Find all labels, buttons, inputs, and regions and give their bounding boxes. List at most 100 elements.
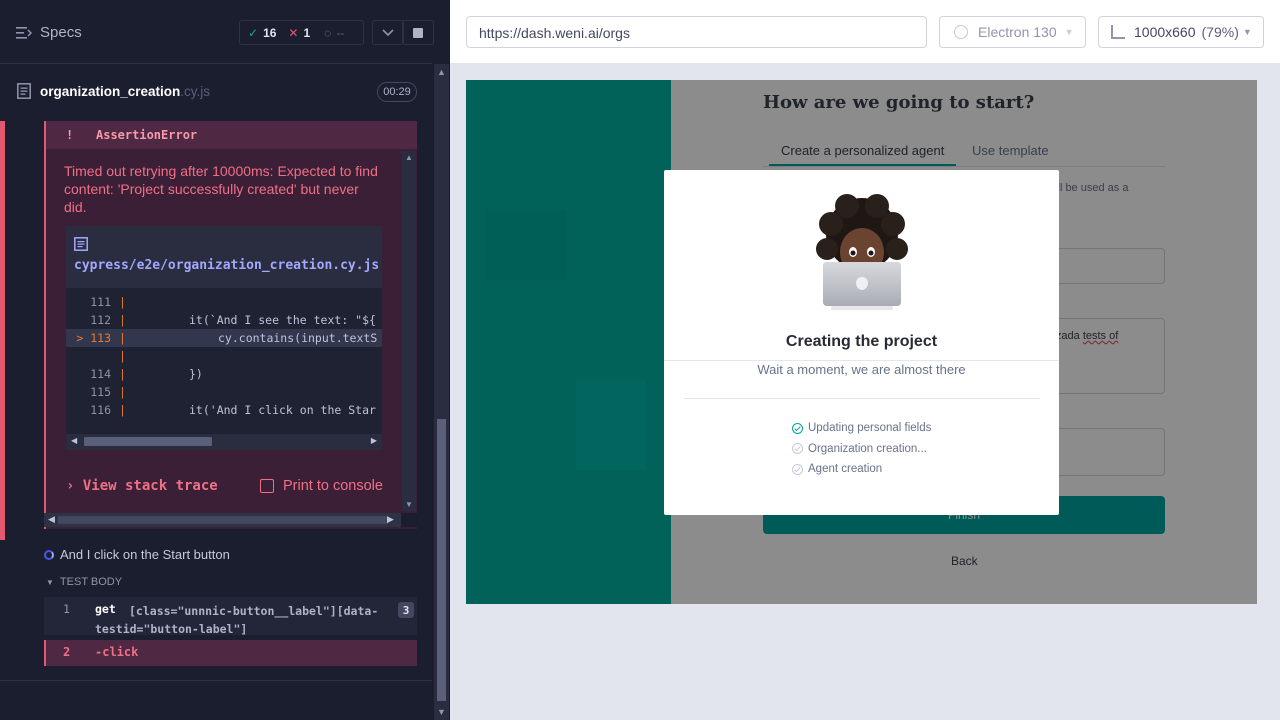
line-code: }) [189,367,203,381]
chevron-down-icon: ▼ [1064,27,1074,37]
running-test[interactable]: And I click on the Start button [44,547,230,562]
scroll-right-icon[interactable]: ▶ [387,514,394,525]
app-under-test-panel: https://dash.weni.ai/orgs Electron 130 ▼… [450,0,1280,720]
line-code: it(`And I see the text: "${ [189,313,376,327]
pending-stat: ◌ -- [324,26,344,40]
failed-stat: ✕ 1 [288,26,310,40]
divider [664,360,1059,361]
line-number: 116 [90,403,111,417]
cypress-reporter: Specs ✓ 16 ✕ 1 ◌ -- organization_creatio… [0,0,450,720]
stop-button[interactable] [402,20,434,45]
error-message: Timed out retrying after 10000ms: Expect… [64,163,378,215]
test-stats: ✓ 16 ✕ 1 ◌ -- [239,20,364,45]
check-icon: ✓ [248,25,259,40]
error-horizontal-scrollbar[interactable]: ◀ ▶ [44,513,417,527]
error-marker-icon: ! [66,128,74,142]
code-line: 111 | [66,293,382,311]
line-code: cy.contains(input.textS [218,331,378,345]
test-body-toggle[interactable]: ▼ TEST BODY [46,576,122,588]
stop-icon [413,27,423,38]
spec-filename[interactable]: organization_creation.cy.js [40,84,210,99]
scroll-down-icon[interactable]: ▼ [437,707,446,717]
command-selector: [class="unnnic-button__label"][data-test… [95,604,379,636]
passed-count: 16 [263,25,277,40]
aut-iframe: How are we going to start? Create a pers… [466,80,1257,604]
print-to-console-label: Print to console [283,478,383,494]
x-icon: ✕ [288,25,299,40]
line-number: 112 [90,313,111,327]
error-name: AssertionError [96,128,198,142]
scroll-thumb[interactable] [58,516,388,524]
progress-step-label: Updating personal fields [808,422,932,435]
element-count-badge: 3 [398,602,414,618]
chevron-down-icon: ▼ [46,578,54,587]
line-gutter: | [119,385,126,399]
collapse-button[interactable] [372,20,404,45]
command-number: 2 [63,645,71,659]
viewport-zoom: (79%) [1201,24,1239,40]
line-gutter: | [119,295,126,309]
code-line: 115 | [66,383,382,401]
pending-circle-icon: ◌ [324,25,332,40]
scroll-thumb[interactable] [437,419,446,701]
scrollbar-corner [401,513,417,527]
line-gutter: | [119,349,126,363]
code-line: | [66,347,382,365]
electron-icon [954,25,968,39]
command-row[interactable]: 1 get [class="unnnic-button__label"][dat… [44,597,417,636]
error-header: ! AssertionError [46,121,417,149]
line-gutter: | [119,331,126,345]
browser-selector[interactable]: Electron 130 ▼ [939,16,1086,48]
line-number: 115 [90,385,111,399]
viewport-size: 1000x660 [1134,24,1196,40]
command-row-failed[interactable]: 2 -click [44,640,417,666]
progress-step: Updating personal fields [792,418,931,439]
progress-step-label: Agent creation [808,463,883,476]
creating-project-modal: Creating the project Wait a moment, we a… [664,170,1059,515]
spec-extension: .cy.js [180,84,211,99]
spec-name-text: organization_creation [40,84,181,99]
line-gutter: | [119,403,126,417]
view-stack-trace-button[interactable]: › View stack trace [66,478,218,494]
scroll-down-icon[interactable]: ▼ [405,500,413,509]
code-frame-scrollbar[interactable]: ◀ ▶ [66,434,382,448]
aut-url-bar: https://dash.weni.ai/orgs Electron 130 ▼… [450,0,1280,64]
scroll-thumb[interactable] [84,437,212,446]
passed-stat: ✓ 16 [248,26,276,40]
check-circle-icon [792,463,803,475]
error-vertical-scrollbar[interactable]: ▲ ▼ [402,151,416,511]
pending-count: -- [336,25,345,40]
command-number: 1 [63,602,70,616]
error-panel: ! AssertionError Timed out retrying afte… [44,121,417,529]
viewport-selector[interactable]: 1000x660 (79%) ▼ [1098,16,1264,48]
check-circle-icon [792,422,803,434]
line-number: > 113 [76,331,111,345]
chevron-down-icon: ▼ [1242,27,1252,37]
command-method: -click [95,645,139,659]
code-line: 116 | it('And I click on the Star [66,401,382,419]
line-gutter: | [119,313,126,327]
code-frame-path: cypress/e2e/organization_creation.cy.js:… [74,258,382,273]
scroll-left-icon[interactable]: ◀ [48,514,55,525]
url-field[interactable]: https://dash.weni.ai/orgs [466,16,927,48]
reporter-scrollbar[interactable]: ▲ ▼ [434,64,449,720]
console-icon [260,479,274,493]
check-circle-icon [792,443,803,455]
print-to-console-button[interactable]: Print to console [260,478,383,494]
line-number: 111 [90,295,111,309]
failed-test-indicator [0,121,5,540]
failed-count: 1 [303,25,311,40]
view-stack-trace-label: View stack trace [82,478,218,494]
progress-step: Organization creation... [792,439,931,460]
scroll-up-icon[interactable]: ▲ [405,153,413,162]
scroll-left-icon[interactable]: ◀ [71,436,77,445]
code-lines: 111 | 112 | it(`And I see the text: "${ > 1… [66,288,382,434]
specs-menu-icon[interactable] [16,26,32,40]
scroll-up-icon[interactable]: ▲ [437,67,446,77]
browser-name: Electron 130 [978,24,1057,40]
specs-label[interactable]: Specs [40,24,82,41]
line-gutter: | [119,367,126,381]
code-frame-file-link[interactable]: cypress/e2e/organization_creation.cy.js:… [74,236,382,276]
document-icon [17,83,31,99]
scroll-right-icon[interactable]: ▶ [371,436,377,445]
